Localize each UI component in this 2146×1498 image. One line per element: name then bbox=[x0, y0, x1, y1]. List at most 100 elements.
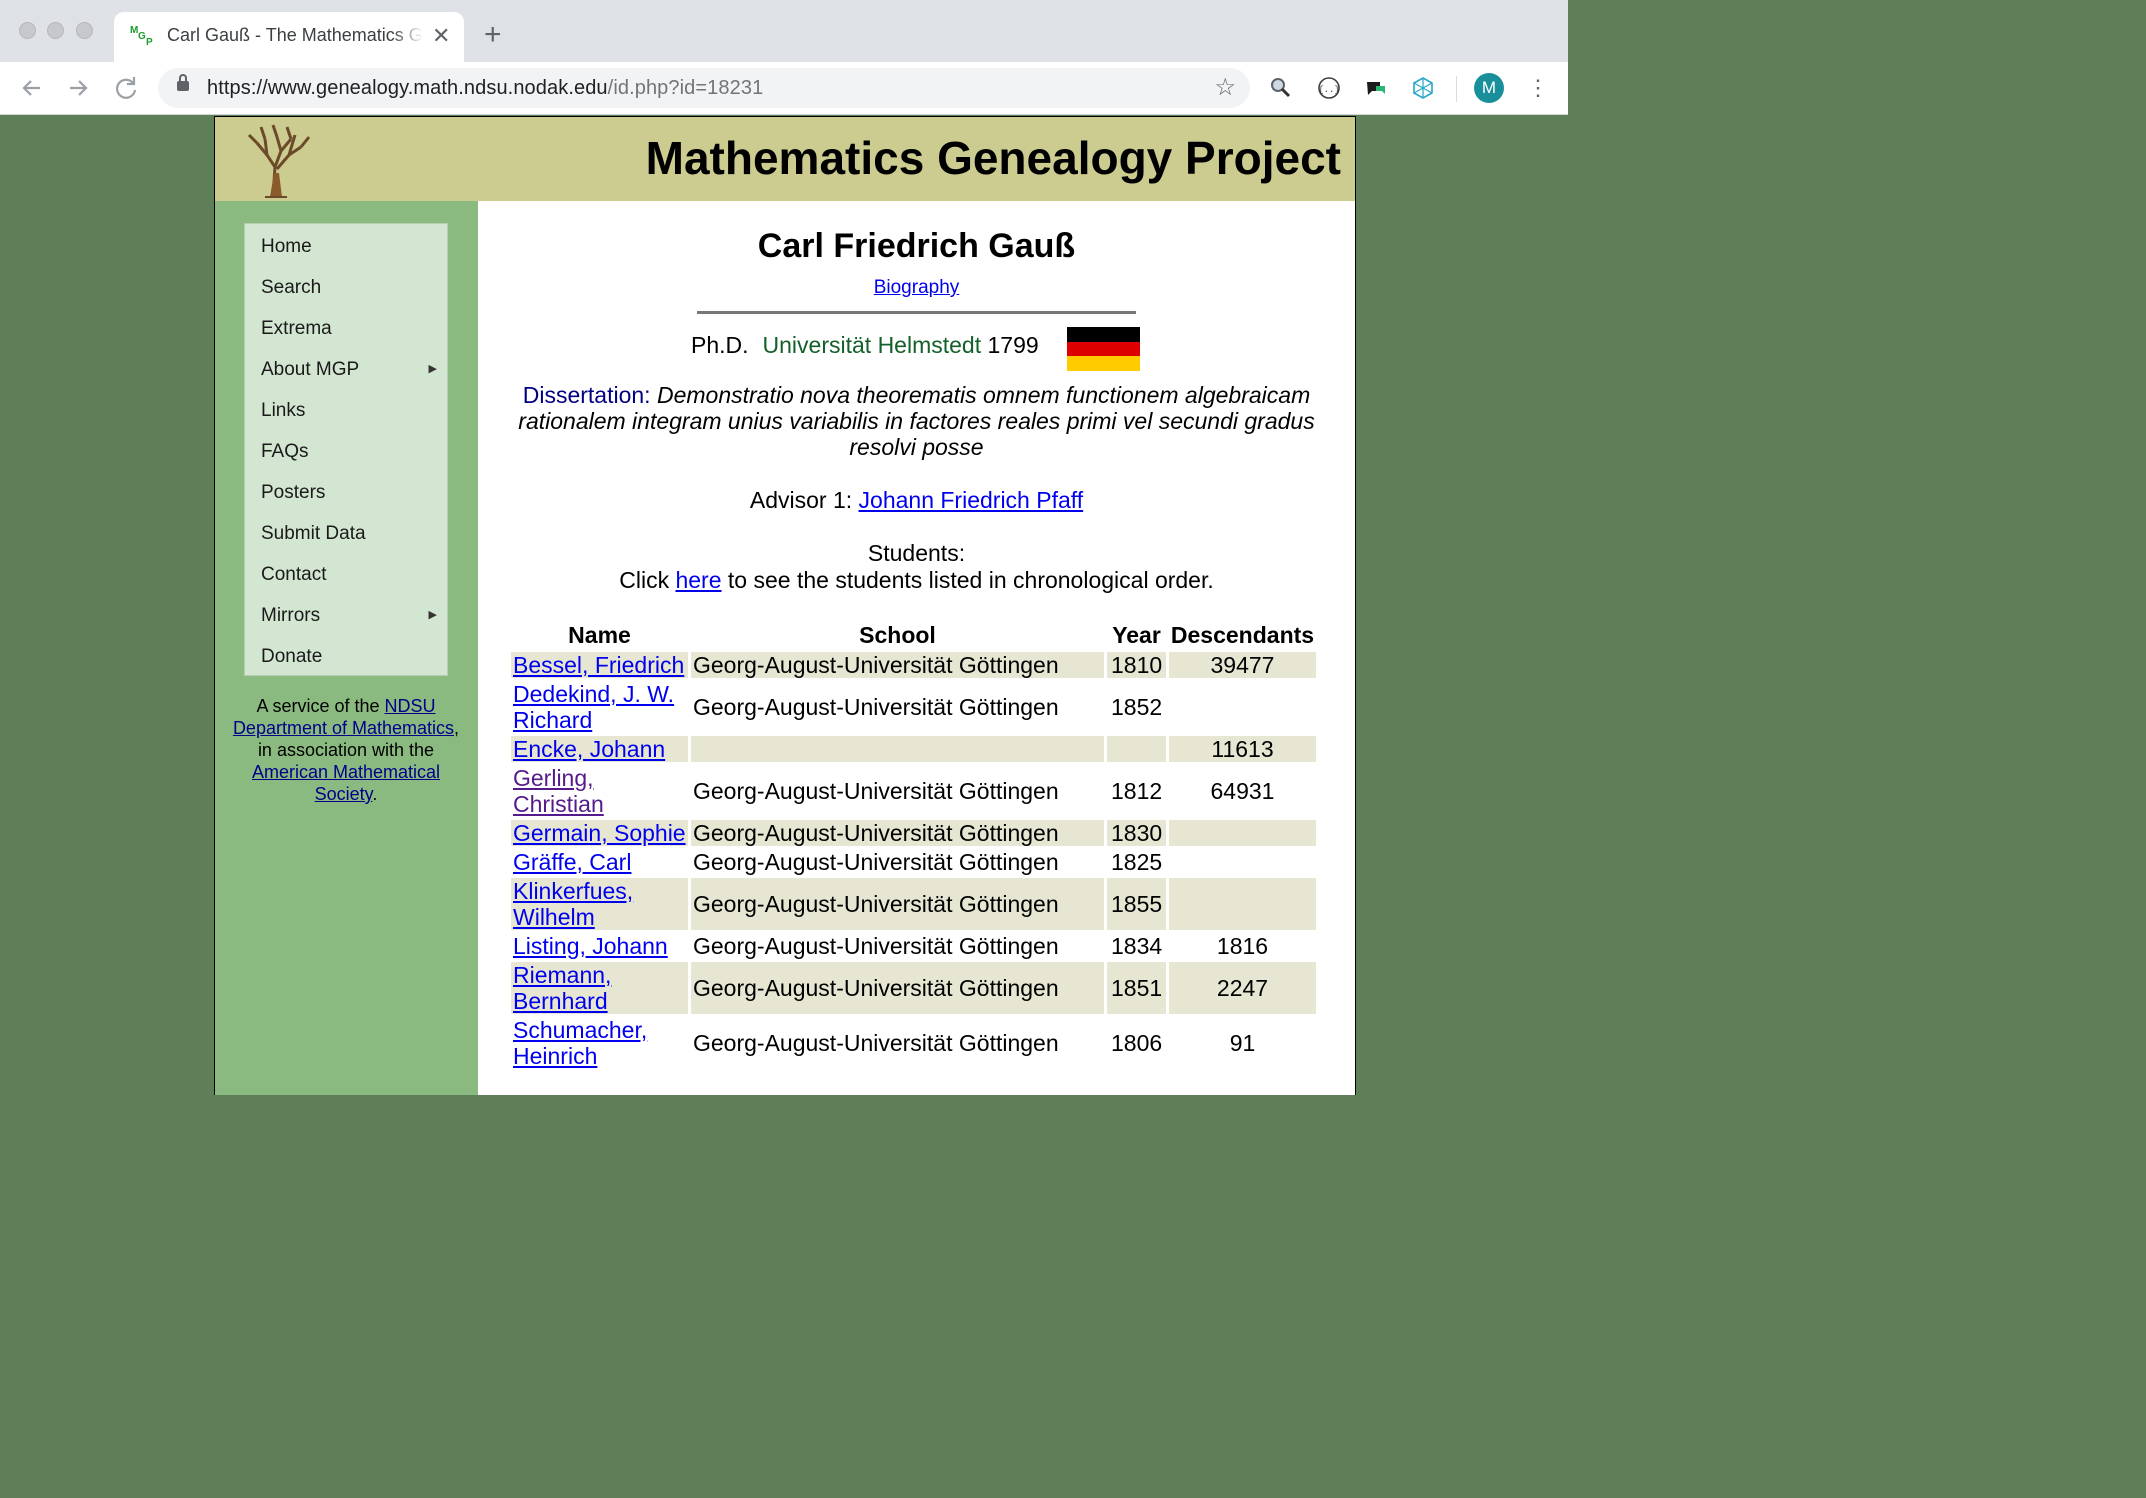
sidebar-item-contact[interactable]: Contact bbox=[245, 554, 447, 595]
back-arrow-icon[interactable] bbox=[20, 73, 44, 109]
sidebar-item-search[interactable]: Search bbox=[245, 267, 447, 308]
student-school: Georg-August-Universität Göttingen bbox=[693, 694, 1059, 720]
student-name-link[interactable]: Dedekind, J. W. Richard bbox=[513, 681, 674, 733]
sidebar-item-links[interactable]: Links bbox=[245, 390, 447, 431]
table-row: Dedekind, J. W. Richard Georg-August-Univ… bbox=[511, 681, 1316, 733]
table-row: Gerling, Christian Georg-August-Universit… bbox=[511, 765, 1316, 817]
student-year: 1825 bbox=[1111, 849, 1163, 875]
student-year: 1834 bbox=[1111, 933, 1163, 959]
bookmark-star-icon[interactable]: ☆ bbox=[1214, 73, 1236, 102]
students-chronological-note: Click here to see the students listed in… bbox=[619, 567, 1214, 593]
sidebar-item-donate[interactable]: Donate bbox=[245, 636, 447, 677]
forward-arrow-icon[interactable] bbox=[66, 73, 90, 109]
student-year: 1830 bbox=[1107, 820, 1166, 846]
table-row: Germain, Sophie Georg-August-Universität … bbox=[511, 820, 1316, 846]
student-name-cell: Gerling, Christian bbox=[511, 765, 688, 817]
germany-flag-icon bbox=[1067, 327, 1140, 371]
sidebar-item-submit-data[interactable]: Submit Data bbox=[245, 513, 447, 554]
column-header-year: Year bbox=[1112, 622, 1161, 648]
active-tab[interactable]: M G P Carl Gauß - The Mathematics Geneal… bbox=[114, 12, 464, 62]
student-year: 1851 bbox=[1107, 962, 1166, 1014]
window-close-dot[interactable] bbox=[19, 22, 36, 39]
url-text[interactable]: https://www.genealogy.math.ndsu.nodak.ed… bbox=[207, 77, 763, 100]
student-name-link[interactable]: Bessel, Friedrich bbox=[513, 652, 684, 678]
student-descendants bbox=[1169, 849, 1316, 875]
reload-icon[interactable] bbox=[113, 73, 139, 109]
student-name-link[interactable]: Germain, Sophie bbox=[513, 820, 686, 846]
sidebar-item-mirrors[interactable]: Mirrors ▶ bbox=[245, 595, 447, 636]
json-extension-icon[interactable]: {..} bbox=[1317, 76, 1341, 100]
table-header-row: Name School Year Descendants bbox=[511, 622, 1316, 649]
chronological-order-link[interactable]: here bbox=[675, 567, 721, 593]
student-name-link[interactable]: Riemann, Bernhard bbox=[513, 962, 611, 1014]
table-row: Schumacher, Heinrich Georg-August-Univers… bbox=[511, 1017, 1316, 1069]
profile-avatar[interactable]: M bbox=[1474, 73, 1504, 103]
student-name-link[interactable]: Listing, Johann bbox=[513, 933, 668, 959]
lock-icon[interactable] bbox=[177, 74, 189, 91]
student-name-link[interactable]: Klinkerfues, Wilhelm bbox=[513, 878, 633, 930]
student-year: 1810 bbox=[1107, 652, 1166, 678]
student-name-cell: Germain, Sophie bbox=[511, 820, 688, 846]
svg-text:{..}: {..} bbox=[1318, 85, 1340, 95]
new-tab-icon[interactable]: + bbox=[484, 20, 502, 50]
tab-close-icon[interactable]: ✕ bbox=[432, 24, 450, 48]
table-row: Bessel, Friedrich Georg-August-Universitä… bbox=[511, 652, 1316, 678]
submenu-arrow-icon: ▶ bbox=[428, 363, 437, 375]
student-name-link[interactable]: Encke, Johann bbox=[513, 736, 665, 762]
student-name-link[interactable]: Gerling, Christian bbox=[513, 765, 604, 817]
sidebar-item-faqs[interactable]: FAQs bbox=[245, 431, 447, 472]
student-year bbox=[1107, 736, 1166, 762]
browser-tabstrip: M G P Carl Gauß - The Mathematics Geneal… bbox=[0, 0, 1568, 62]
dissertation-label: Dissertation: bbox=[522, 382, 651, 408]
student-school bbox=[691, 736, 1104, 762]
site-title: Mathematics Genealogy Project bbox=[645, 132, 1341, 184]
student-name-cell: Bessel, Friedrich bbox=[511, 652, 688, 678]
search-extension-icon[interactable] bbox=[1269, 76, 1293, 100]
sidebar-item-posters[interactable]: Posters bbox=[245, 472, 447, 513]
advisor-link[interactable]: Johann Friedrich Pfaff bbox=[859, 487, 1084, 513]
sidebar-item-about-mgp[interactable]: About MGP ▶ bbox=[245, 349, 447, 390]
network-extension-icon[interactable] bbox=[1411, 76, 1435, 100]
degree-school: Universität Helmstedt bbox=[762, 332, 982, 358]
table-row: Klinkerfues, Wilhelm Georg-August-Univers… bbox=[511, 878, 1316, 930]
student-descendants: 91 bbox=[1229, 1030, 1256, 1056]
browser-toolbar: https://www.genealogy.math.ndsu.nodak.ed… bbox=[0, 62, 1568, 115]
student-year: 1806 bbox=[1111, 1030, 1163, 1056]
sidebar: Home Search Extrema About MGP ▶ Links FAQ… bbox=[215, 201, 478, 1095]
student-descendants: 2247 bbox=[1169, 962, 1316, 1014]
sidebar-item-extrema[interactable]: Extrema bbox=[245, 308, 447, 349]
student-name-cell: Gräffe, Carl bbox=[511, 849, 688, 875]
student-name-cell: Schumacher, Heinrich bbox=[511, 1017, 688, 1069]
student-school: Georg-August-Universität Göttingen bbox=[691, 652, 1104, 678]
flag-stripe bbox=[1067, 356, 1140, 371]
site-header: Mathematics Genealogy Project bbox=[215, 117, 1355, 201]
column-header-school: School bbox=[859, 622, 936, 648]
student-school: Georg-August-Universität Göttingen bbox=[693, 849, 1059, 875]
window-zoom-dot[interactable] bbox=[76, 22, 93, 39]
student-name-link[interactable]: Gräffe, Carl bbox=[513, 849, 631, 875]
more-vertical-icon[interactable]: ⋮ bbox=[1527, 74, 1549, 102]
student-descendants bbox=[1169, 878, 1316, 930]
student-name-link[interactable]: Schumacher, Heinrich bbox=[513, 1017, 647, 1069]
column-header-descendants: Descendants bbox=[1170, 622, 1315, 648]
window-minimize-dot[interactable] bbox=[47, 22, 64, 39]
flag-stripe bbox=[1067, 341, 1140, 357]
table-row: Riemann, Bernhard Georg-August-Universitä… bbox=[511, 962, 1316, 1014]
address-bar[interactable]: https://www.genealogy.math.ndsu.nodak.ed… bbox=[158, 68, 1250, 108]
student-name-cell: Klinkerfues, Wilhelm bbox=[511, 878, 688, 930]
student-school: Georg-August-Universität Göttingen bbox=[693, 1030, 1059, 1056]
student-descendants: 39477 bbox=[1169, 652, 1316, 678]
student-descendants bbox=[1169, 820, 1316, 846]
student-year: 1852 bbox=[1111, 694, 1163, 720]
student-descendants: 11613 bbox=[1169, 736, 1316, 762]
biography-link[interactable]: Biography bbox=[478, 277, 1355, 299]
sidebar-menu: Home Search Extrema About MGP ▶ Links FAQ… bbox=[244, 223, 448, 676]
ams-link[interactable]: American Mathematical Society bbox=[252, 762, 440, 804]
chat-extension-icon[interactable] bbox=[1364, 76, 1388, 100]
student-school: Georg-August-Universität Göttingen bbox=[691, 820, 1104, 846]
service-note: A service of the NDSU Department of Math… bbox=[232, 696, 460, 804]
sidebar-item-home[interactable]: Home bbox=[245, 226, 447, 267]
column-header-name: Name bbox=[568, 622, 631, 648]
student-descendants bbox=[1169, 681, 1316, 733]
degree-type: Ph.D. bbox=[691, 332, 749, 358]
